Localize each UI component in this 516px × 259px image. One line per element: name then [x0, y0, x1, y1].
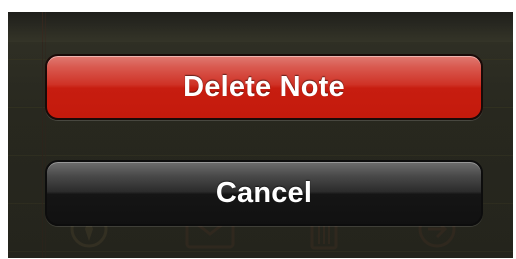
cancel-button[interactable]: Cancel	[45, 160, 483, 226]
action-sheet: Delete Note Cancel	[8, 42, 513, 258]
top-shade	[8, 12, 513, 42]
delete-note-button[interactable]: Delete Note	[45, 54, 483, 120]
notes-screen: Delete Note Cancel	[8, 12, 513, 258]
